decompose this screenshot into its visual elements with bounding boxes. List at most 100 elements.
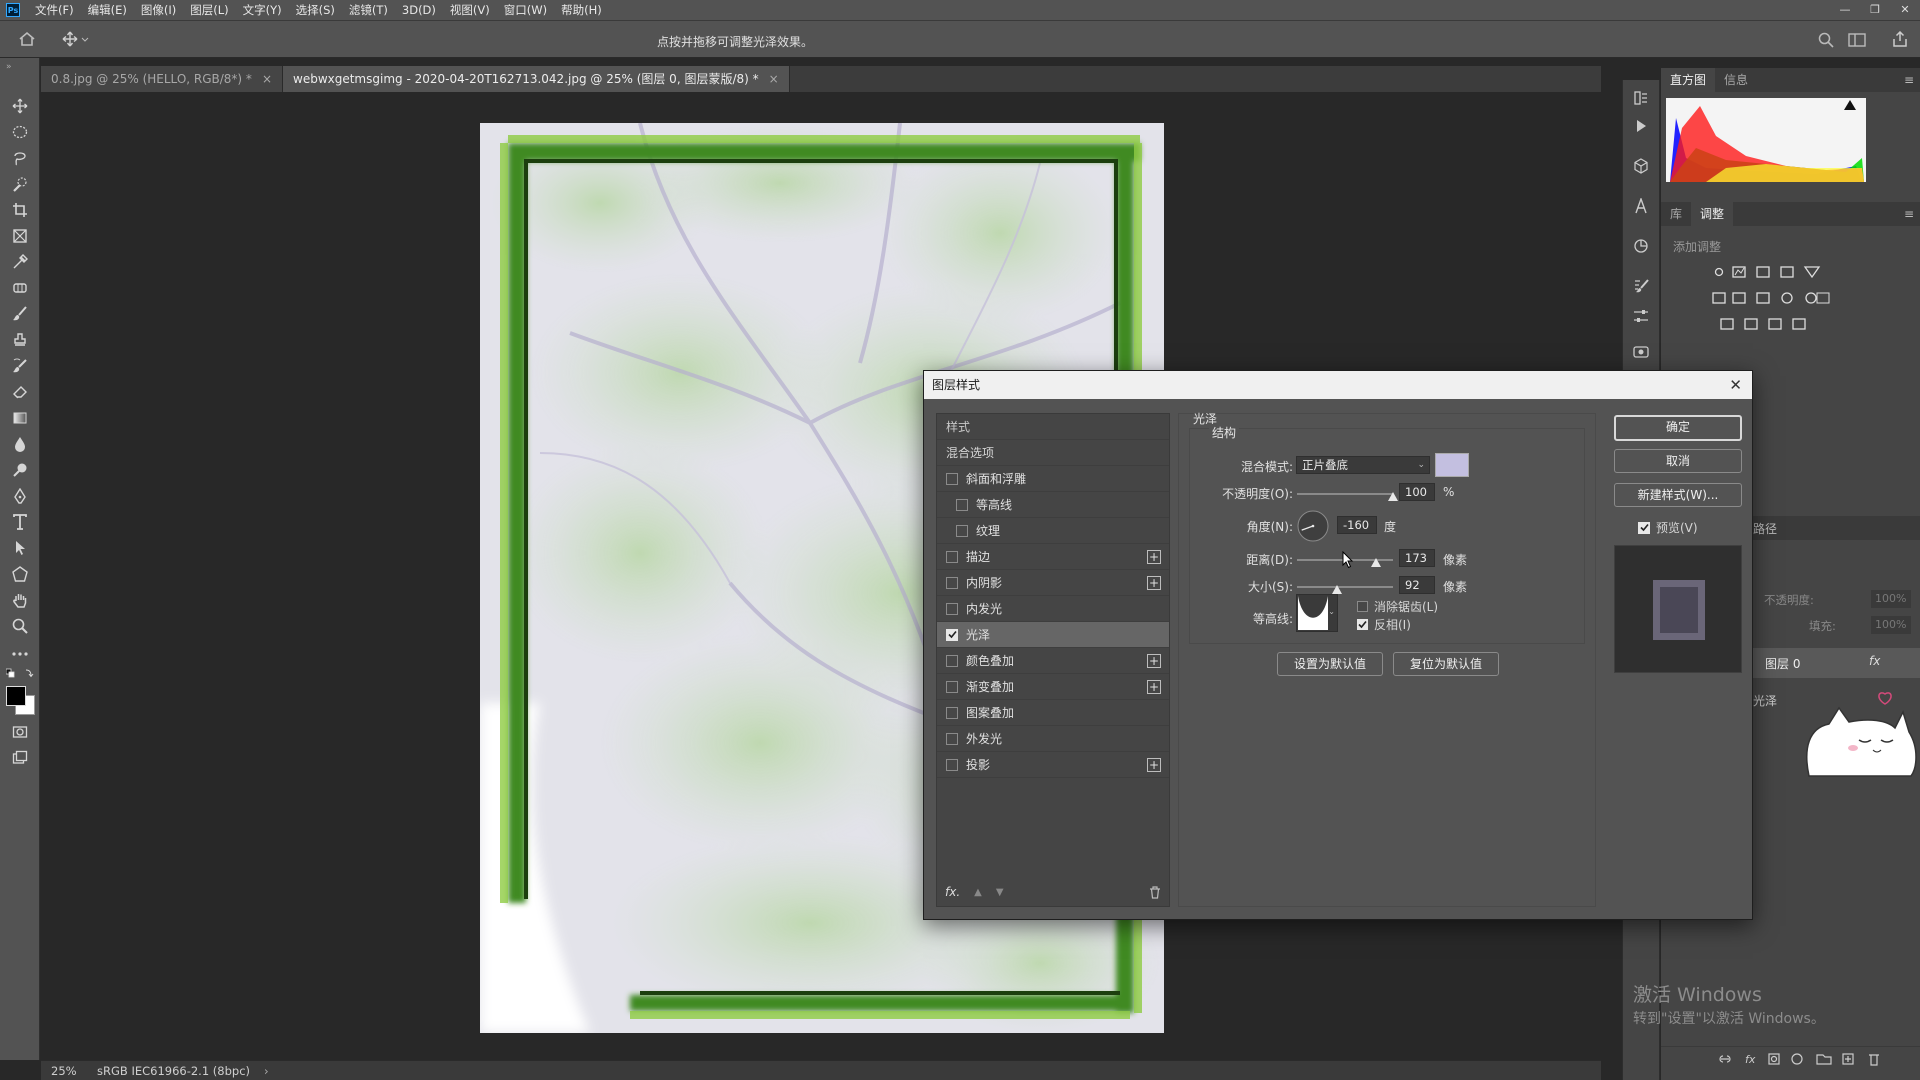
zoom-level[interactable]: 25% [51,1064,91,1078]
move-tool-icon[interactable] [10,96,30,116]
glyphs-panel-icon[interactable] [1633,238,1649,254]
blend-mode-select[interactable]: 正片叠底 ⌄ [1296,456,1430,474]
satin-color-swatch[interactable] [1435,453,1469,477]
pen-tool-icon[interactable] [10,486,30,506]
layer-opacity-input[interactable]: 100% [1871,590,1911,608]
quick-mask-icon[interactable] [10,722,30,742]
new-style-button[interactable]: 新建样式(W)... [1614,483,1742,507]
eraser-tool-icon[interactable] [10,382,30,402]
window-close-icon[interactable]: ✕ [1890,0,1920,20]
style-item[interactable]: 等高线 [937,492,1169,518]
angle-input[interactable]: -160 [1337,516,1377,534]
menu-file[interactable]: 文件(F) [28,2,81,18]
style-item-checkbox[interactable] [946,602,958,615]
search-icon[interactable] [1818,32,1834,48]
3d-panel-icon[interactable] [1633,158,1649,174]
add-instance-icon[interactable]: + [1147,550,1161,564]
menu-type[interactable]: 文字(Y) [236,2,289,18]
tab-document-2[interactable]: webwxgetmsgimg - 2020-04-20T162713.042.j… [283,66,790,92]
menu-image[interactable]: 图像(I) [134,2,183,18]
history-brush-tool-icon[interactable] [10,356,30,376]
screen-mode-icon[interactable] [10,748,30,768]
menu-3d[interactable]: 3D(D) [395,3,443,17]
style-item[interactable]: 内阴影 + [937,570,1169,596]
panel-menu-icon[interactable]: ≡ [1904,207,1914,221]
tab-close-icon[interactable]: × [262,72,272,86]
default-colors-icon[interactable] [6,668,34,678]
menu-edit[interactable]: 编辑(E) [81,2,134,18]
style-item-checkbox[interactable] [946,576,958,589]
add-instance-icon[interactable]: + [1147,576,1161,590]
reset-default-button[interactable]: 复位为默认值 [1393,652,1499,676]
properties-panel-icon[interactable] [1633,308,1649,324]
contour-picker[interactable]: ⌄ [1296,594,1338,632]
crop-tool-icon[interactable] [10,200,30,220]
patch-tool-icon[interactable] [10,278,30,298]
type-tool-icon[interactable] [10,512,30,532]
size-input[interactable]: 92 [1399,576,1435,594]
shape-tool-icon[interactable] [10,564,30,584]
menu-help[interactable]: 帮助(H) [554,2,609,18]
more-tools-icon[interactable] [10,644,30,664]
invert-checkbox[interactable] [1357,619,1368,630]
set-default-button[interactable]: 设置为默认值 [1277,652,1383,676]
delete-effect-icon[interactable] [1149,885,1161,899]
character-panel-icon[interactable] [1633,198,1649,214]
fx-menu-icon[interactable]: fx. [945,885,960,899]
blur-tool-icon[interactable] [10,434,30,454]
style-item-checkbox[interactable] [956,524,968,537]
style-item-checkbox[interactable] [946,706,958,719]
history-panel-icon[interactable] [1633,90,1649,106]
move-up-icon[interactable]: ▲ [974,887,982,898]
zoom-tool-icon[interactable] [10,616,30,636]
style-item[interactable]: 描边 + [937,544,1169,570]
restore-icon[interactable]: ❐ [1860,0,1890,20]
dialog-close-icon[interactable]: ✕ [1729,371,1742,399]
cancel-button[interactable]: 取消 [1614,449,1742,473]
layer-effect-satin[interactable]: 光泽 [1753,692,1777,709]
opacity-input[interactable]: 100 [1399,483,1435,501]
style-item[interactable]: 纹理 [937,518,1169,544]
tab-histogram[interactable]: 直方图 [1661,68,1716,92]
menu-layer[interactable]: 图层(L) [183,2,235,18]
add-instance-icon[interactable]: + [1147,758,1161,772]
style-item[interactable]: 颜色叠加 + [937,648,1169,674]
foreground-color-swatch[interactable] [6,686,26,706]
collapse-icon[interactable]: » [6,62,12,72]
tab-document-1[interactable]: 0.8.jpg @ 25% (HELLO, RGB/8*) * × [41,66,283,92]
brush-tool-icon[interactable] [10,304,30,324]
distance-slider-thumb[interactable] [1370,558,1381,567]
menu-select[interactable]: 选择(S) [289,2,342,18]
marquee-tool-icon[interactable] [10,122,30,142]
quick-select-tool-icon[interactable] [10,174,30,194]
layer-row-0[interactable]: 图层 0 fx [1753,648,1920,678]
size-slider-track[interactable] [1297,586,1393,588]
actions-play-icon[interactable] [1633,118,1649,134]
invert-option[interactable]: 反相(I) [1357,616,1411,633]
tab-libraries[interactable]: 库 [1661,202,1691,226]
minimize-icon[interactable]: — [1830,0,1860,20]
style-item[interactable]: 光泽 [937,622,1169,648]
panel-menu-icon[interactable]: ≡ [1904,73,1914,87]
style-item-checkbox[interactable] [946,732,958,745]
add-instance-icon[interactable]: + [1147,680,1161,694]
preview-option[interactable]: 预览(V) [1638,519,1698,536]
status-arrow-icon[interactable]: › [264,1064,269,1078]
blending-options[interactable]: 混合选项 [937,440,1169,466]
style-item-checkbox[interactable] [946,758,958,771]
style-item-checkbox[interactable] [946,654,958,667]
tab-paths[interactable]: 路径 [1753,520,1777,537]
menu-window[interactable]: 窗口(W) [497,2,554,18]
layer-fill-input[interactable]: 100% [1871,616,1911,634]
style-item-checkbox[interactable] [946,680,958,693]
anti-alias-option[interactable]: 消除锯齿(L) [1357,598,1438,615]
tab-info[interactable]: 信息 [1715,68,1757,92]
style-item-checkbox[interactable] [946,472,958,485]
opacity-slider-thumb[interactable] [1388,492,1398,501]
path-select-tool-icon[interactable] [10,538,30,558]
style-item[interactable]: 外发光 [937,726,1169,752]
clone-source-icon[interactable] [1633,344,1649,360]
tab-close-icon[interactable]: × [769,72,779,86]
opacity-slider-track[interactable] [1297,493,1393,495]
styles-header[interactable]: 样式 [937,414,1169,440]
